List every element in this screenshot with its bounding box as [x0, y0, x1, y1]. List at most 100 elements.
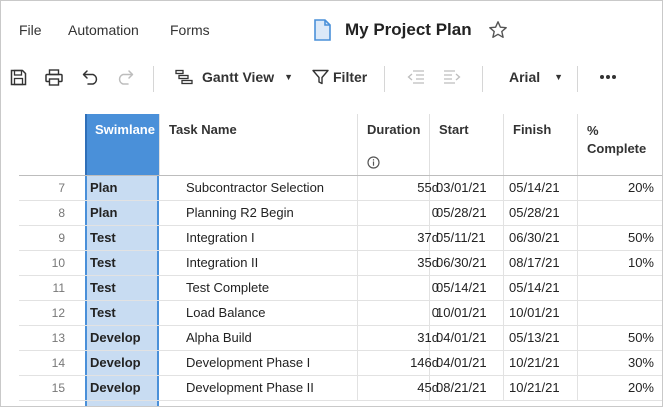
- row-number[interactable]: 7: [19, 176, 65, 200]
- cell-duration[interactable]: 35d: [356, 251, 439, 275]
- sheet-title[interactable]: My Project Plan: [345, 20, 472, 40]
- cell-duration[interactable]: 0: [356, 301, 439, 325]
- column-header-task-name[interactable]: Task Name: [159, 114, 357, 175]
- info-icon[interactable]: [367, 156, 380, 169]
- app-window: File Automation Forms My Project Plan Ga…: [0, 0, 663, 407]
- menu-bar: File Automation Forms My Project Plan: [1, 1, 662, 59]
- cell-task-name[interactable]: Test Complete: [186, 276, 269, 300]
- table-row[interactable]: 9 Test Integration I 37d 05/11/21 06/30/21 50%: [19, 226, 662, 251]
- row-number[interactable]: 8: [19, 201, 65, 225]
- save-icon: [10, 69, 26, 85]
- cell-percent-complete[interactable]: 30%: [586, 351, 654, 375]
- menu-forms[interactable]: Forms: [170, 22, 210, 38]
- row-number[interactable]: 15: [19, 376, 65, 400]
- table-row[interactable]: 8 Plan Planning R2 Begin 0 05/28/21 05/28/21: [19, 201, 662, 226]
- cell-finish[interactable]: 10/01/21: [509, 301, 560, 325]
- column-header-percent-complete[interactable]: % Complete: [577, 114, 662, 175]
- cell-percent-complete[interactable]: 50%: [586, 226, 654, 250]
- cell-swimlane[interactable]: Test: [90, 276, 116, 300]
- table-row[interactable]: 10 Test Integration II 35d 06/30/21 08/17/21 1…: [19, 251, 662, 276]
- font-dropdown[interactable]: Arial ▼: [509, 67, 563, 87]
- cell-duration[interactable]: 55d: [356, 176, 439, 200]
- view-dropdown[interactable]: Gantt View ▼: [175, 67, 293, 87]
- column-header-swimlane[interactable]: Swimlane: [85, 114, 159, 175]
- cell-task-name[interactable]: Development Phase I: [186, 351, 310, 375]
- cell-finish[interactable]: 10/21/21: [509, 351, 560, 375]
- cell-percent-complete[interactable]: 50%: [586, 326, 654, 350]
- cell-start[interactable]: 04/01/21: [436, 351, 487, 375]
- row-number[interactable]: 11: [19, 276, 65, 300]
- save-button[interactable]: [9, 67, 27, 87]
- table-row[interactable]: 7 Plan Subcontractor Selection 55d 03/01/21 0…: [19, 176, 662, 201]
- print-icon: [45, 68, 63, 86]
- row-number[interactable]: 10: [19, 251, 65, 275]
- table-row[interactable]: 11 Test Test Complete 0 05/14/21 05/14/21: [19, 276, 662, 301]
- cell-task-name[interactable]: Integration I: [186, 226, 255, 250]
- cell-percent-complete[interactable]: 20%: [586, 376, 654, 400]
- cell-task-name[interactable]: Planning R2 Begin: [186, 201, 294, 225]
- cell-percent-complete[interactable]: 10%: [586, 251, 654, 275]
- cell-start[interactable]: 06/30/21: [436, 251, 487, 275]
- outdent-button[interactable]: [406, 67, 426, 87]
- cell-finish[interactable]: 05/14/21: [509, 176, 560, 200]
- menu-file[interactable]: File: [19, 22, 42, 38]
- cell-swimlane[interactable]: Develop: [90, 376, 141, 400]
- star-icon[interactable]: [488, 20, 508, 40]
- cell-task-name[interactable]: Load Balance: [186, 301, 266, 325]
- cell-percent-complete[interactable]: [586, 301, 654, 325]
- cell-percent-complete[interactable]: 20%: [586, 176, 654, 200]
- cell-swimlane[interactable]: Test: [90, 301, 116, 325]
- cell-start[interactable]: 08/21/21: [436, 376, 487, 400]
- cell-start[interactable]: 10/01/21: [436, 301, 487, 325]
- cell-start[interactable]: 04/01/21: [436, 326, 487, 350]
- cell-duration[interactable]: 31d: [356, 326, 439, 350]
- column-divider: [503, 351, 504, 375]
- column-header-start[interactable]: Start: [429, 114, 503, 175]
- indent-button[interactable]: [442, 67, 462, 87]
- cell-swimlane[interactable]: Plan: [90, 201, 117, 225]
- table-row[interactable]: 15 Develop Development Phase II 45d 08/21/21…: [19, 376, 662, 401]
- cell-start[interactable]: 05/11/21: [436, 226, 486, 250]
- cell-percent-complete[interactable]: [586, 201, 654, 225]
- cell-task-name[interactable]: Integration II: [186, 251, 258, 275]
- cell-finish[interactable]: 05/28/21: [509, 201, 560, 225]
- table-row[interactable]: 13 Develop Alpha Build 31d 04/01/21 05/13/21 5…: [19, 326, 662, 351]
- cell-finish[interactable]: 05/14/21: [509, 276, 560, 300]
- row-number[interactable]: 9: [19, 226, 65, 250]
- more-button[interactable]: [598, 67, 618, 87]
- row-number[interactable]: 13: [19, 326, 65, 350]
- cell-percent-complete[interactable]: [586, 276, 654, 300]
- cell-finish[interactable]: 10/21/21: [509, 376, 560, 400]
- row-number[interactable]: 14: [19, 351, 65, 375]
- column-header-finish[interactable]: Finish: [503, 114, 577, 175]
- table-row[interactable]: 12 Test Load Balance 0 10/01/21 10/01/21: [19, 301, 662, 326]
- cell-duration[interactable]: 0: [356, 201, 439, 225]
- column-divider: [577, 276, 578, 300]
- cell-task-name[interactable]: Subcontractor Selection: [186, 176, 324, 200]
- cell-duration[interactable]: 37d: [356, 226, 439, 250]
- menu-automation[interactable]: Automation: [68, 22, 139, 38]
- cell-swimlane[interactable]: Test: [90, 251, 116, 275]
- cell-task-name[interactable]: Development Phase II: [186, 376, 314, 400]
- cell-start[interactable]: 05/28/21: [436, 201, 487, 225]
- undo-button[interactable]: [81, 67, 101, 87]
- cell-duration[interactable]: 146d: [356, 351, 439, 375]
- filter-button[interactable]: Filter: [312, 67, 367, 87]
- cell-duration[interactable]: 45d: [356, 376, 439, 400]
- cell-swimlane[interactable]: Develop: [90, 326, 141, 350]
- cell-swimlane[interactable]: Test: [90, 226, 116, 250]
- redo-button[interactable]: [115, 67, 135, 87]
- cell-task-name[interactable]: Alpha Build: [186, 326, 252, 350]
- cell-finish[interactable]: 06/30/21: [509, 226, 560, 250]
- cell-start[interactable]: 03/01/21: [436, 176, 487, 200]
- table-row[interactable]: 14 Develop Development Phase I 146d 04/01/21…: [19, 351, 662, 376]
- cell-swimlane[interactable]: Plan: [90, 176, 117, 200]
- print-button[interactable]: [44, 67, 64, 87]
- chevron-down-icon: ▼: [554, 72, 564, 82]
- row-number[interactable]: 12: [19, 301, 65, 325]
- cell-start[interactable]: 05/14/21: [436, 276, 487, 300]
- cell-duration[interactable]: 0: [356, 276, 439, 300]
- cell-finish[interactable]: 08/17/21: [509, 251, 560, 275]
- cell-finish[interactable]: 05/13/21: [509, 326, 560, 350]
- cell-swimlane[interactable]: Develop: [90, 351, 141, 375]
